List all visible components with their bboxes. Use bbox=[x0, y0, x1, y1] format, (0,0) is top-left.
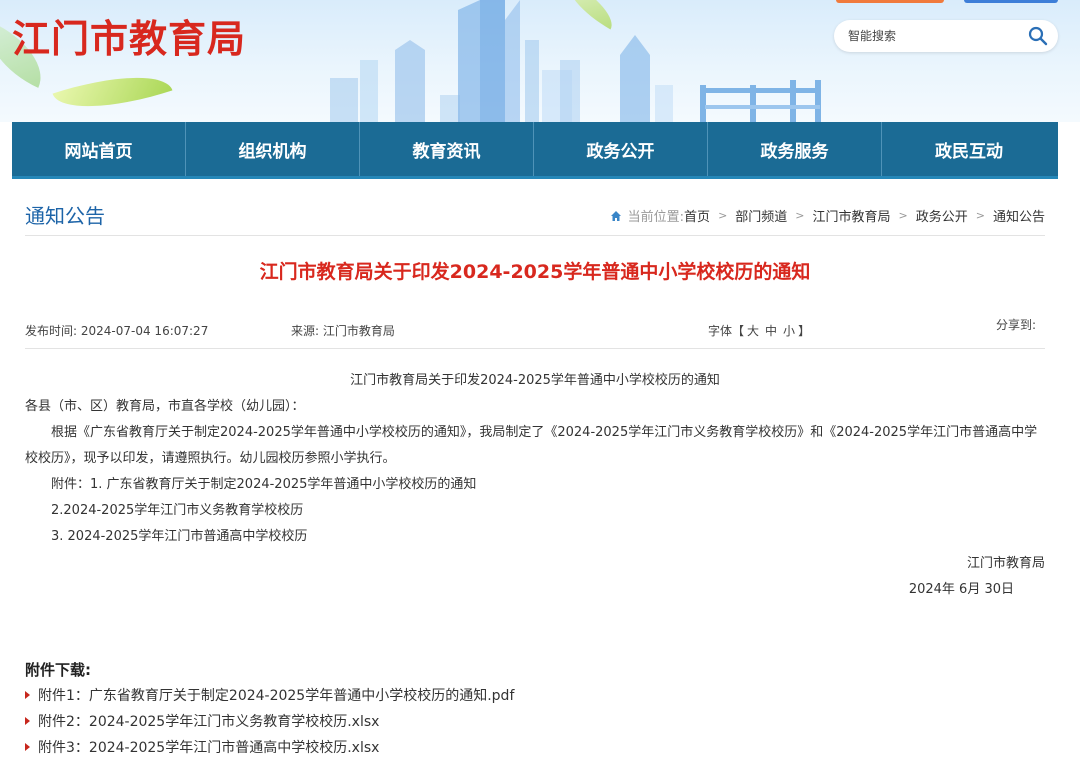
font-size-medium-button[interactable]: 中 bbox=[765, 324, 777, 338]
section-title: 通知公告 bbox=[25, 204, 105, 228]
divider bbox=[25, 235, 1045, 236]
site-title[interactable]: 江门市教育局 bbox=[12, 8, 246, 63]
nav-item-gov-affairs[interactable]: 政务公开 bbox=[534, 122, 708, 176]
city-skyline-illustration bbox=[330, 0, 821, 122]
arrow-bullet-icon bbox=[25, 717, 30, 725]
nav-item-home[interactable]: 网站首页 bbox=[12, 122, 186, 176]
nav-item-organization[interactable]: 组织机构 bbox=[186, 122, 360, 176]
breadcrumb-home[interactable]: 首页 bbox=[684, 206, 710, 225]
breadcrumb: 当前位置: 首页 > 部门频道 > 江门市教育局 > 政务公开 > 通知公告 bbox=[610, 206, 1045, 225]
article-date: 2024年 6月 30日 bbox=[908, 582, 1014, 597]
article-salutation: 各县（市、区）教育局，市直各学校（幼儿园）： bbox=[25, 399, 305, 414]
divider bbox=[25, 348, 1045, 349]
home-icon bbox=[610, 210, 621, 221]
breadcrumb-separator: > bbox=[898, 209, 908, 222]
article-signature: 江门市教育局 bbox=[966, 556, 1045, 571]
breadcrumb-separator: > bbox=[718, 209, 728, 222]
nav-item-interaction[interactable]: 政民互动 bbox=[882, 122, 1056, 176]
article-body-heading: 江门市教育局关于印发2024-2025学年普通中小学校校历的通知 bbox=[350, 373, 720, 388]
header-banner: 江门市教育局 bbox=[0, 0, 1080, 122]
breadcrumb-label: 当前位置: bbox=[627, 210, 685, 225]
source-value: 江门市教育局 bbox=[322, 324, 395, 338]
publish-time-value: 2024-07-04 16:07:27 bbox=[80, 324, 209, 338]
article-paragraph: 根据《广东省教育厅关于制定2024-2025学年普通中小学校校历的通知》，我局制… bbox=[51, 425, 1038, 440]
article-attachment-line: 3. 2024-2025学年江门市普通高中学校校历 bbox=[51, 529, 308, 544]
attachment-link-label[interactable]: 附件1：广东省教育厅关于制定2024-2025学年普通中小学校校历的通知.pdf bbox=[38, 685, 514, 705]
article-title: 江门市教育局关于印发2024-2025学年普通中小学校校历的通知 bbox=[259, 261, 811, 283]
attachment-link[interactable]: 附件2：2024-2025学年江门市义务教育学校校历.xlsx bbox=[25, 711, 379, 731]
attachment-link-label[interactable]: 附件3：2024-2025学年江门市普通高中学校校历.xlsx bbox=[38, 737, 379, 757]
article-attachment-line: 附件：1. 广东省教育厅关于制定2024-2025学年普通中小学校校历的通知 bbox=[51, 477, 477, 492]
downloads-title: 附件下载: bbox=[25, 661, 91, 679]
publish-time: 发布时间: 2024-07-04 16:07:27 bbox=[25, 322, 208, 339]
article-paragraph: 校校历》，现予以印发，请遵照执行。幼儿园校历参照小学执行。 bbox=[25, 451, 396, 466]
breadcrumb-notices[interactable]: 通知公告 bbox=[993, 206, 1045, 225]
publish-time-label: 发布时间: bbox=[25, 324, 78, 338]
breadcrumb-separator: > bbox=[795, 209, 805, 222]
attachment-link[interactable]: 附件1：广东省教育厅关于制定2024-2025学年普通中小学校校历的通知.pdf bbox=[25, 685, 514, 705]
search-icon[interactable] bbox=[1028, 26, 1048, 46]
breadcrumb-gov-affairs[interactable]: 政务公开 bbox=[916, 206, 968, 225]
source-label: 来源: bbox=[291, 324, 320, 338]
share-label[interactable]: 分享到: bbox=[996, 316, 1036, 333]
arrow-bullet-icon bbox=[25, 743, 30, 751]
attachment-link[interactable]: 附件3：2024-2025学年江门市普通高中学校校历.xlsx bbox=[25, 737, 379, 757]
font-size-control: 字体【大中小】 bbox=[708, 322, 810, 339]
article-source: 来源: 江门市教育局 bbox=[291, 322, 395, 339]
search-box bbox=[834, 20, 1058, 52]
font-size-label: 字体【 bbox=[708, 324, 745, 338]
top-link-button[interactable] bbox=[836, 0, 944, 3]
nav-item-news[interactable]: 教育资讯 bbox=[360, 122, 534, 176]
search-input[interactable] bbox=[848, 27, 1018, 45]
main-nav: 网站首页 组织机构 教育资讯 政务公开 政务服务 政民互动 bbox=[12, 122, 1058, 179]
breadcrumb-separator: > bbox=[975, 209, 985, 222]
breadcrumb-dept-channel[interactable]: 部门频道 bbox=[735, 206, 787, 225]
font-size-label-end: 】 bbox=[798, 324, 811, 338]
nav-item-gov-services[interactable]: 政务服务 bbox=[708, 122, 882, 176]
font-size-large-button[interactable]: 大 bbox=[747, 324, 759, 338]
leaf-decoration bbox=[52, 58, 173, 122]
arrow-bullet-icon bbox=[25, 691, 30, 699]
font-size-small-button[interactable]: 小 bbox=[783, 324, 795, 338]
breadcrumb-bureau[interactable]: 江门市教育局 bbox=[813, 206, 891, 225]
attachment-link-label[interactable]: 附件2：2024-2025学年江门市义务教育学校校历.xlsx bbox=[38, 711, 379, 731]
top-link-button[interactable] bbox=[964, 0, 1058, 3]
article-attachment-line: 2.2024-2025学年江门市义务教育学校校历 bbox=[51, 503, 304, 518]
